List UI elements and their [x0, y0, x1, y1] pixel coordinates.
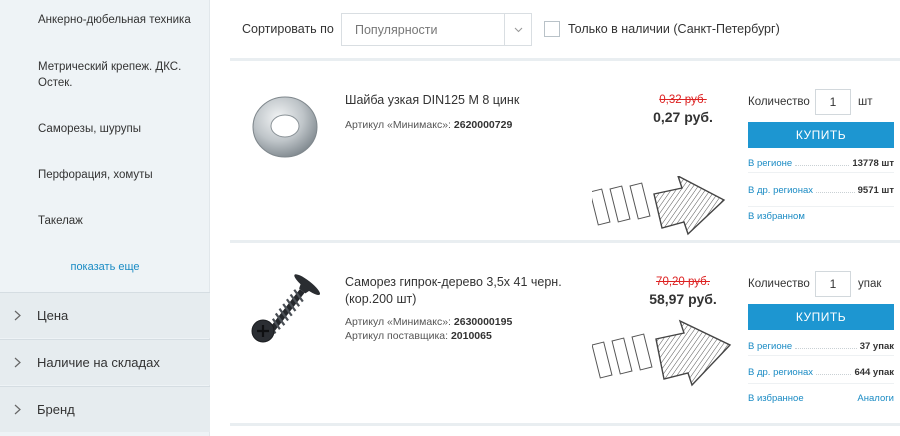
- dotted-leader: [795, 348, 857, 349]
- divider: [230, 423, 900, 426]
- old-price: 70,20 руб.: [656, 276, 710, 288]
- category-screws[interactable]: Саморезы, шурупы: [38, 121, 198, 137]
- new-price: 0,27 руб.: [653, 109, 713, 125]
- stock-only-checkbox[interactable]: [544, 21, 560, 37]
- favorite-row: В избранное Аналоги: [748, 393, 894, 404]
- divider: [748, 383, 894, 384]
- supplier-article-label: Артикул поставщика:: [345, 330, 449, 342]
- quantity-label: Количество: [748, 278, 810, 290]
- stock-region-row: В регионе 13778 шт: [748, 153, 894, 169]
- filter-brand[interactable]: Бренд: [0, 386, 210, 432]
- quantity-input[interactable]: 1: [815, 271, 851, 297]
- stock-other-regions-link[interactable]: В др. регионах: [748, 185, 813, 196]
- dotted-leader: [795, 165, 850, 166]
- divider: [748, 355, 894, 356]
- category-anchors[interactable]: Анкерно-дюбельная техника: [38, 12, 198, 28]
- product-card: Шайба узкая DIN125 М 8 цинк Артикул «Мин…: [230, 61, 900, 241]
- filter-label: Наличие на складах: [37, 355, 160, 370]
- article-value: 2630000195: [453, 316, 513, 328]
- filter-label: Бренд: [37, 402, 75, 417]
- product-article: Артикул «Минимакс»: 2620000729: [345, 119, 512, 131]
- buy-button[interactable]: КУПИТЬ: [748, 122, 894, 148]
- old-price: 0,32 руб.: [659, 94, 707, 106]
- chevron-right-icon: [14, 310, 28, 321]
- supplier-article-value: 2010065: [450, 330, 492, 342]
- quantity-label: Количество: [748, 96, 810, 108]
- article-label: Артикул «Минимакс»:: [345, 119, 451, 131]
- product-name-link[interactable]: Шайба узкая DIN125 М 8 цинк: [345, 92, 575, 109]
- divider: [748, 206, 894, 207]
- unit-label: упак: [858, 278, 882, 290]
- divider: [748, 172, 894, 173]
- chevron-right-icon: [14, 404, 28, 415]
- filter-label: Цена: [37, 308, 69, 323]
- product-supplier-article: Артикул поставщика: 2010065: [345, 330, 492, 342]
- quantity-input[interactable]: 1: [815, 89, 851, 115]
- product-name-link[interactable]: Саморез гипрок-дерево 3,5х 41 черн. (кор…: [345, 274, 575, 308]
- filter-price[interactable]: Цена: [0, 292, 210, 338]
- favorite-row: В избранном: [748, 211, 894, 222]
- dotted-leader: [815, 374, 852, 375]
- unit-label: шт: [858, 96, 873, 108]
- sort-label: Сортировать по: [242, 22, 334, 36]
- stock-region-value: 37 упак: [859, 341, 894, 352]
- article-label: Артикул «Минимакс»:: [345, 316, 451, 328]
- sort-select[interactable]: Популярности: [341, 13, 532, 46]
- stock-region-value: 13778 шт: [852, 158, 894, 169]
- chevron-down-icon: [504, 14, 531, 45]
- article-value: 2620000729: [453, 119, 513, 131]
- stock-only-label[interactable]: Только в наличии (Санкт-Петербург): [568, 22, 780, 36]
- buy-button[interactable]: КУПИТЬ: [748, 304, 894, 330]
- new-price: 58,97 руб.: [649, 291, 717, 307]
- stock-other-regions-value: 9571 шт: [857, 185, 894, 196]
- dotted-leader: [815, 192, 855, 193]
- stock-other-regions-row: В др. регионах 9571 шт: [748, 180, 894, 196]
- product-article: Артикул «Минимакс»: 2630000195: [345, 316, 512, 328]
- category-perforation[interactable]: Перфорация, хомуты: [38, 167, 198, 183]
- show-more-link[interactable]: показать еще: [0, 261, 210, 273]
- category-metric-fasteners[interactable]: Метрический крепеж. ДКС. Остек.: [38, 59, 198, 91]
- sidebar: Анкерно-дюбельная техника Метрический кр…: [0, 0, 210, 436]
- sort-value: Популярности: [355, 23, 438, 37]
- product-card: Саморез гипрок-дерево 3,5х 41 черн. (кор…: [230, 243, 900, 423]
- stock-other-regions-link[interactable]: В др. регионах: [748, 367, 813, 378]
- product-image-washer[interactable]: [245, 85, 325, 165]
- product-image-screw[interactable]: [245, 273, 325, 353]
- stock-other-regions-row: В др. регионах 644 упак: [748, 362, 894, 378]
- stock-region-row: В регионе 37 упак: [748, 336, 894, 352]
- arrow-watermark-icon: [592, 319, 732, 387]
- stock-region-link[interactable]: В регионе: [748, 158, 792, 169]
- analogs-link[interactable]: Аналоги: [857, 393, 894, 404]
- chevron-right-icon: [14, 357, 28, 368]
- favorite-link[interactable]: В избранном: [748, 211, 805, 222]
- arrow-watermark-icon: [592, 176, 726, 236]
- filter-warehouse-stock[interactable]: Наличие на складах: [0, 339, 210, 385]
- category-rigging[interactable]: Такелаж: [38, 213, 198, 229]
- stock-other-regions-value: 644 упак: [854, 367, 894, 378]
